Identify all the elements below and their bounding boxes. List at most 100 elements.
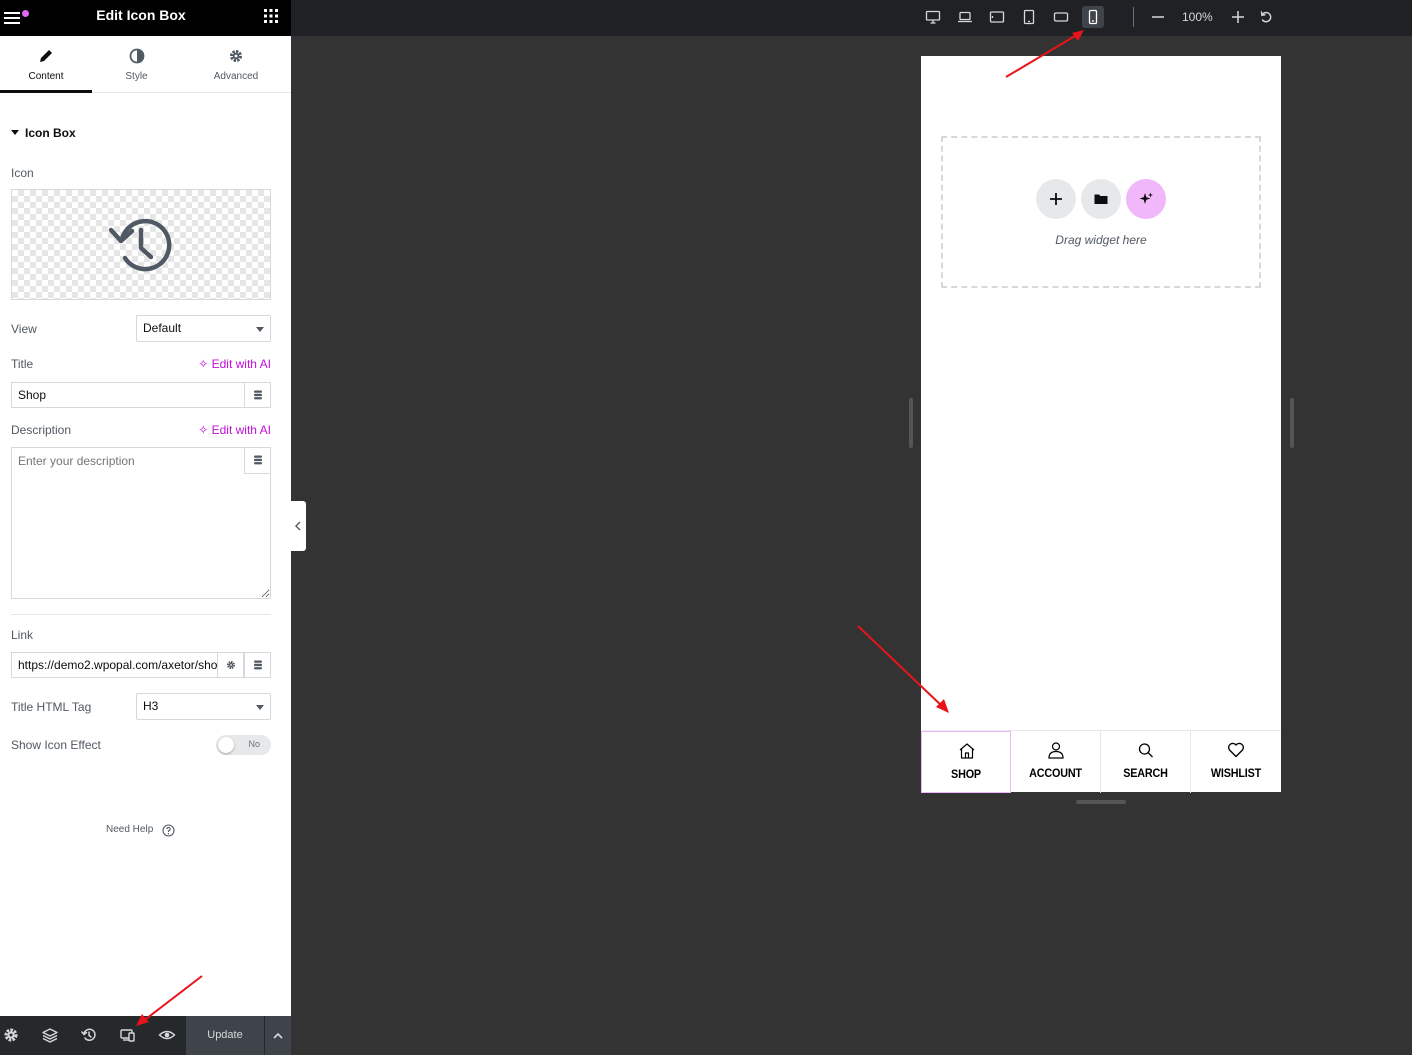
toolbar-separator [1133, 7, 1134, 27]
tab-content-label: Content [28, 71, 64, 82]
nav-item-wishlist[interactable]: WISHLIST [1191, 731, 1281, 793]
nav-item-shop[interactable]: SHOP [921, 731, 1011, 793]
folder-icon [1094, 194, 1108, 204]
description-label: Description [11, 423, 72, 437]
zoom-level: 100% [1182, 10, 1213, 24]
mobile-preview-frame: Drag widget here SHOP ACCOUNT SEARCH WIS… [921, 56, 1281, 793]
annotation-arrow-icon [857, 625, 949, 713]
chevron-left-icon [295, 521, 301, 531]
mobile-portrait-icon [1088, 9, 1098, 25]
mobile-bottom-nav: SHOP ACCOUNT SEARCH WISHLIST [921, 730, 1281, 793]
collapse-panel-button[interactable] [291, 501, 306, 551]
html-tag-value: H3 [143, 699, 159, 713]
description-edit-with-ai-link[interactable]: ✧ Edit with AI [198, 423, 271, 437]
section-icon-box-toggle[interactable]: Icon Box [11, 126, 76, 140]
edit-ai-label: Edit with AI [211, 423, 271, 437]
resize-handle-right[interactable] [1290, 398, 1294, 448]
gear-icon [228, 48, 244, 64]
heart-icon [1227, 742, 1245, 758]
tab-style-label: Style [125, 71, 148, 82]
tab-advanced[interactable]: Advanced [181, 36, 291, 93]
add-template-button[interactable] [1081, 179, 1121, 219]
view-select[interactable]: Default [136, 315, 271, 342]
icon-label: Icon [11, 166, 34, 180]
search-icon [1138, 743, 1153, 758]
nav-item-search[interactable]: SEARCH [1101, 731, 1191, 793]
pencil-icon [38, 48, 54, 64]
annotation-arrow-icon [136, 975, 203, 1026]
toggle-knob [218, 737, 234, 753]
title-input[interactable]: Shop [11, 382, 244, 408]
laptop-icon [958, 11, 972, 23]
edit-ai-label: Edit with AI [211, 357, 271, 371]
tab-content[interactable]: Content [0, 36, 92, 93]
title-html-tag-label: Title HTML Tag [11, 700, 92, 714]
panel-tabs: Content Style Advanced [0, 36, 291, 93]
nav-item-account[interactable]: ACCOUNT [1011, 731, 1101, 793]
icon-picker[interactable] [11, 189, 271, 300]
nav-item-label: ACCOUNT [1029, 766, 1082, 780]
zoom-out-minus-icon[interactable] [1150, 9, 1166, 25]
device-desktop-button[interactable] [922, 6, 944, 28]
add-section-button[interactable] [1036, 179, 1076, 219]
ai-sparkle-icon: ✧ [198, 357, 209, 371]
ai-sparkle-icon: ✧ [198, 423, 209, 437]
chevron-down-icon [256, 327, 264, 332]
tablet-portrait-icon [1023, 9, 1035, 25]
plus-icon [1050, 193, 1062, 205]
divider [11, 614, 271, 615]
device-laptop-button[interactable] [954, 6, 976, 28]
chevron-down-icon [256, 705, 264, 710]
link-label: Link [11, 628, 34, 642]
ai-generate-button[interactable] [1126, 179, 1166, 219]
widget-drop-zone[interactable]: Drag widget here [941, 136, 1261, 288]
need-help-link[interactable]: Need Help [106, 824, 153, 835]
responsive-toolbar: 100% [291, 0, 1412, 36]
tab-style[interactable]: Style [92, 36, 181, 93]
history-icon[interactable] [80, 1026, 98, 1044]
title-label: Title [11, 357, 34, 371]
view-label: View [11, 322, 37, 336]
tablet-landscape-icon [989, 11, 1005, 23]
link-options-button[interactable] [217, 652, 244, 678]
contrast-icon [129, 48, 145, 64]
resize-handle-left[interactable] [909, 398, 913, 448]
user-icon [1048, 742, 1064, 759]
drag-widget-text: Drag widget here [1055, 233, 1147, 247]
widgets-grid-icon[interactable] [263, 8, 279, 24]
panel-header: Edit Icon Box [0, 0, 291, 36]
title-dynamic-tags-button[interactable] [244, 382, 271, 408]
show-icon-effect-label: Show Icon Effect [11, 738, 101, 752]
link-dynamic-tags-button[interactable] [244, 652, 271, 678]
link-input[interactable]: https://demo2.wpopal.com/axetor/shop [11, 652, 217, 678]
ai-sparkle-icon [1139, 192, 1153, 204]
home-icon [959, 743, 975, 759]
history-icon [108, 218, 172, 272]
resize-handle-bottom[interactable] [1076, 800, 1126, 804]
nav-item-label: SEARCH [1123, 766, 1168, 780]
update-options-button[interactable] [265, 1016, 291, 1055]
gear-icon [227, 661, 235, 669]
panel-title: Edit Icon Box [96, 7, 186, 23]
zoom-reset-icon[interactable] [1258, 9, 1274, 25]
title-html-tag-select[interactable]: H3 [136, 693, 271, 720]
view-select-value: Default [143, 321, 182, 335]
annotation-arrow-icon [1005, 30, 1084, 78]
title-edit-with-ai-link[interactable]: ✧ Edit with AI [198, 357, 271, 371]
mobile-landscape-icon [1053, 12, 1069, 22]
description-dynamic-tags-button[interactable] [244, 448, 270, 474]
description-textarea[interactable] [11, 447, 271, 599]
section-title: Icon Box [25, 126, 76, 140]
editor-panel: Edit Icon Box Content Style Advanced Ico… [0, 0, 291, 1055]
toggle-state-label: No [248, 739, 260, 749]
layers-icon[interactable] [41, 1026, 59, 1044]
zoom-in-plus-icon[interactable] [1230, 9, 1246, 25]
database-icon [254, 390, 262, 400]
desktop-icon [925, 10, 941, 24]
settings-gear-icon[interactable] [2, 1026, 20, 1044]
database-icon [254, 455, 262, 465]
help-circle-icon[interactable] [162, 824, 175, 837]
caret-down-icon [11, 130, 19, 135]
show-icon-effect-toggle[interactable]: No [216, 735, 271, 755]
nav-item-label: WISHLIST [1210, 766, 1262, 780]
